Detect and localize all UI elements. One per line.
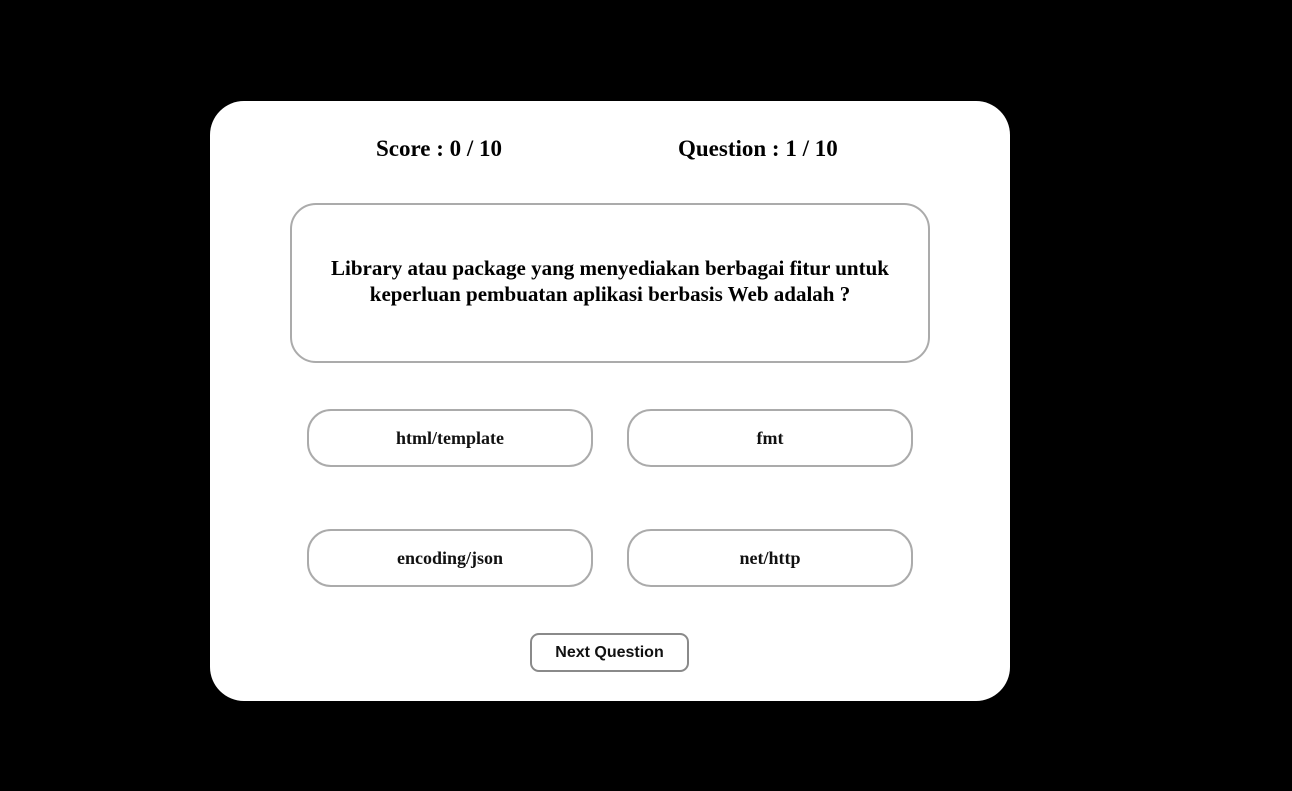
question-box: Library atau package yang menyediakan be…	[290, 203, 930, 363]
answer-option-3[interactable]: encoding/json	[307, 529, 593, 587]
score-label: Score : 0 / 10	[376, 136, 503, 161]
quiz-card: Score : 0 / 10 Question : 1 / 10 Library…	[210, 101, 1010, 701]
next-question-button[interactable]: Next Question	[530, 633, 689, 672]
question-counter-label: Question : 1 / 10	[678, 136, 838, 161]
question-text: Library atau package yang menyediakan be…	[331, 256, 889, 306]
answer-option-2[interactable]: fmt	[627, 409, 913, 467]
answer-option-1[interactable]: html/template	[307, 409, 593, 467]
answer-option-4[interactable]: net/http	[627, 529, 913, 587]
